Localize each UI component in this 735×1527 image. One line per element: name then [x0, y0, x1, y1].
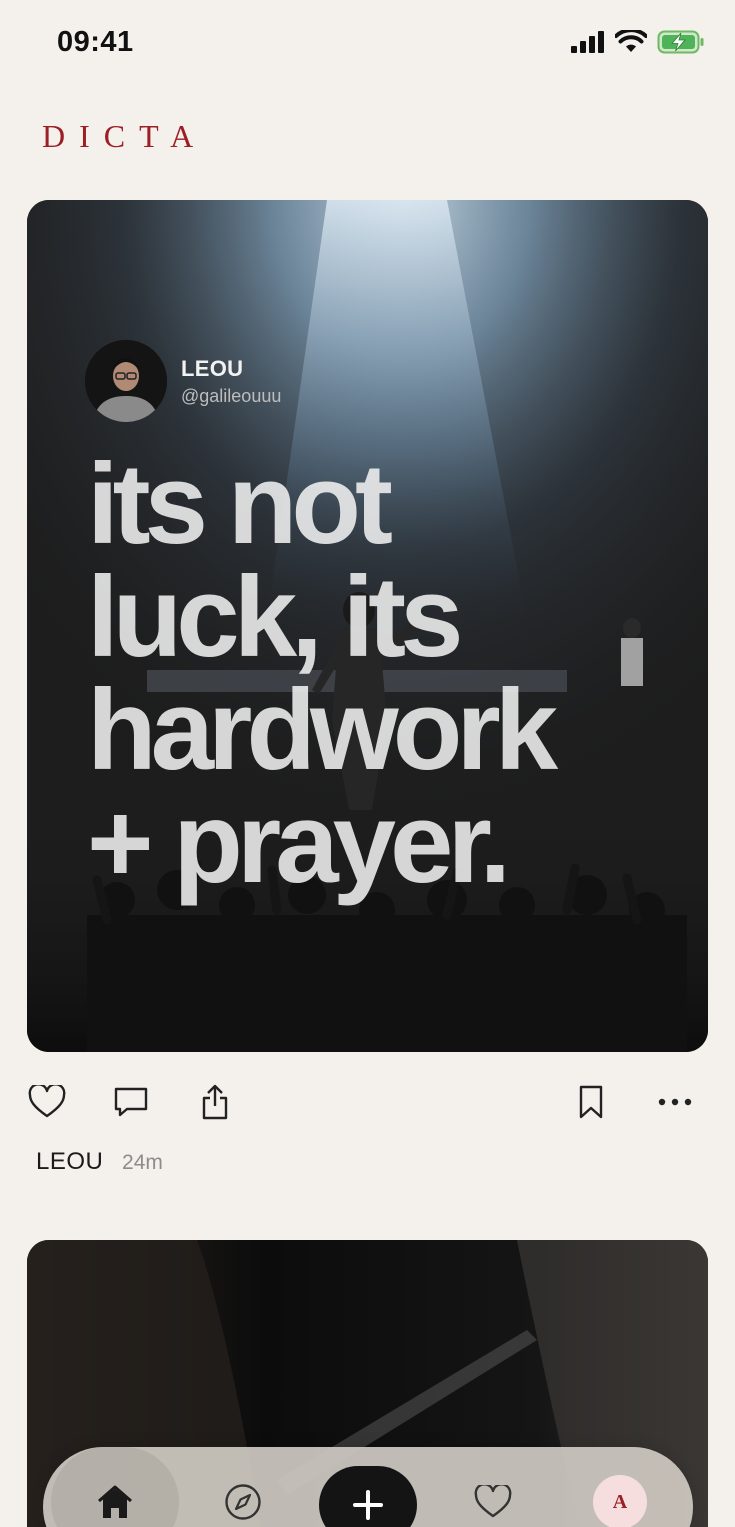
cellular-signal-icon [571, 31, 604, 53]
home-icon [98, 1485, 132, 1518]
tab-explore[interactable] [213, 1447, 273, 1527]
post-author-header[interactable]: LEOU @galileouuu [85, 340, 281, 422]
tab-home[interactable] [51, 1447, 179, 1527]
tab-activity[interactable] [463, 1447, 523, 1527]
bookmark-icon [579, 1085, 603, 1119]
share-button[interactable] [193, 1080, 237, 1124]
tab-profile[interactable]: A [588, 1447, 652, 1527]
quote-line: + prayer. [87, 780, 511, 907]
profile-avatar[interactable]: A [593, 1475, 647, 1527]
battery-charging-icon [657, 30, 704, 54]
heart-icon [28, 1085, 66, 1118]
quote-line: its not [87, 441, 393, 568]
share-icon [202, 1084, 228, 1120]
compass-icon [225, 1484, 261, 1520]
plus-icon [353, 1490, 383, 1520]
heart-icon [474, 1485, 512, 1518]
post-meta-author[interactable]: LEOU [36, 1148, 103, 1175]
comment-icon [114, 1087, 148, 1117]
post-action-bar [27, 1080, 708, 1126]
post-meta: LEOU 24m [36, 1148, 163, 1176]
bottom-tab-bar: A [43, 1447, 693, 1527]
post-quote: its not luck, its hardwork + prayer. [87, 441, 707, 907]
status-time: 09:41 [57, 26, 134, 58]
phone-screen: 09:41 DICTA LEOU @galileouuu its not luc… [0, 0, 735, 1527]
avatar-photo [85, 340, 167, 422]
like-button[interactable] [25, 1080, 69, 1124]
author-handle: @galileouuu [181, 385, 282, 406]
status-icons [571, 30, 705, 54]
status-bar: 09:41 [0, 0, 735, 88]
comment-button[interactable] [109, 1080, 153, 1124]
bookmark-button[interactable] [569, 1080, 613, 1124]
post-card[interactable]: LEOU @galileouuu its not luck, its hardw… [27, 200, 708, 1052]
create-post-button[interactable] [319, 1466, 417, 1527]
author-avatar[interactable] [85, 340, 167, 422]
tab-create[interactable] [318, 1447, 418, 1527]
more-button[interactable] [653, 1080, 697, 1124]
app-logo[interactable]: DICTA [42, 118, 207, 155]
wifi-icon [615, 30, 647, 52]
quote-line: luck, its [87, 554, 464, 681]
quote-line: hardwork [87, 667, 558, 794]
more-icon [658, 1098, 692, 1106]
post-timestamp: 24m [122, 1151, 163, 1174]
author-name[interactable]: LEOU [181, 356, 281, 382]
